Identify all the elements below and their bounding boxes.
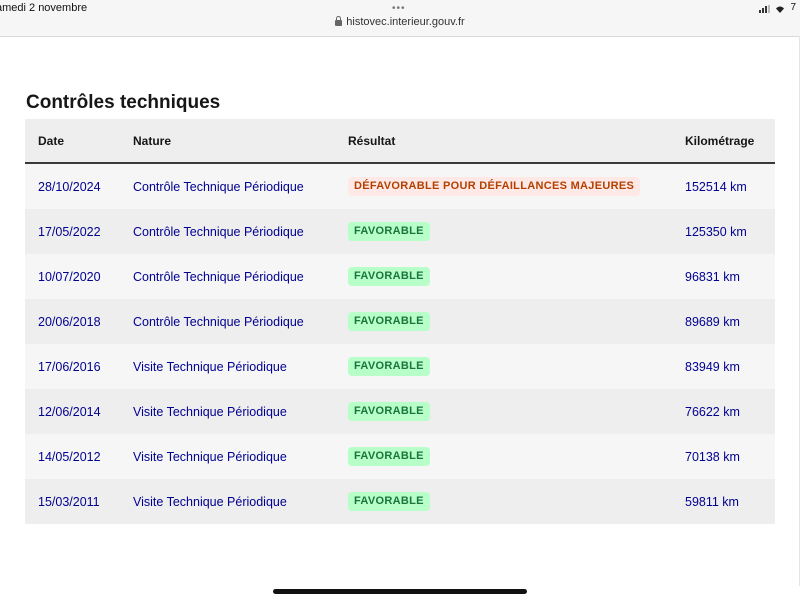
table-header-row: Date Nature Résultat Kilométrage: [25, 119, 775, 163]
table-row: 12/06/2014 Visite Technique Périodique F…: [25, 389, 775, 434]
cell-result: DÉFAVORABLE POUR DÉFAILLANCES MAJEURES: [348, 163, 685, 209]
status-badge: DÉFAVORABLE POUR DÉFAILLANCES MAJEURES: [348, 177, 641, 196]
cell-mileage: 70138 km: [685, 449, 740, 464]
cell-nature: Contrôle Technique Périodique: [133, 269, 304, 284]
cell-nature: Contrôle Technique Périodique: [133, 314, 304, 329]
status-badge: FAVORABLE: [348, 447, 430, 466]
signal-icon: [759, 5, 771, 13]
table-row: 17/06/2016 Visite Technique Périodique F…: [25, 344, 775, 389]
table-row: 28/10/2024 Contrôle Technique Périodique…: [25, 163, 775, 209]
cell-date: 14/05/2012: [38, 449, 101, 464]
cell-result: FAVORABLE: [348, 479, 685, 524]
cell-nature: Contrôle Technique Périodique: [133, 224, 304, 239]
status-badge: FAVORABLE: [348, 492, 430, 511]
lock-icon: [335, 16, 343, 26]
cell-date: 17/06/2016: [38, 359, 101, 374]
cell-nature: Visite Technique Périodique: [133, 359, 287, 374]
cell-result: FAVORABLE: [348, 344, 685, 389]
browser-status-bar: amedi 2 novembre ••• histovec.interieur.…: [0, 0, 800, 37]
tab-overflow-dots[interactable]: •••: [392, 3, 406, 14]
cell-nature: Visite Technique Périodique: [133, 494, 287, 509]
cell-date: 12/06/2014: [38, 404, 101, 419]
cell-mileage: 125350 km: [685, 224, 747, 239]
cell-nature: Contrôle Technique Périodique: [133, 179, 304, 194]
address-bar[interactable]: histovec.interieur.gouv.fr: [0, 16, 800, 28]
address-url: histovec.interieur.gouv.fr: [346, 16, 465, 28]
cell-result: FAVORABLE: [348, 209, 685, 254]
status-badge: FAVORABLE: [348, 357, 430, 376]
cell-mileage: 96831 km: [685, 269, 740, 284]
cell-result: FAVORABLE: [348, 389, 685, 434]
status-badge: FAVORABLE: [348, 267, 430, 286]
system-icons: 7: [759, 3, 796, 13]
column-header-date: Date: [38, 133, 65, 148]
wifi-icon: [775, 5, 785, 13]
cell-date: 10/07/2020: [38, 269, 101, 284]
status-badge: FAVORABLE: [348, 312, 430, 331]
home-indicator[interactable]: [273, 589, 527, 594]
cell-result: FAVORABLE: [348, 434, 685, 479]
cell-result: FAVORABLE: [348, 254, 685, 299]
table-row: 14/05/2012 Visite Technique Périodique F…: [25, 434, 775, 479]
column-header-result: Résultat: [348, 133, 396, 148]
cell-date: 28/10/2024: [38, 179, 101, 194]
technical-inspections-table: Date Nature Résultat Kilométrage 28/10/2…: [25, 119, 775, 524]
cell-mileage: 152514 km: [685, 179, 747, 194]
table-row: 17/05/2022 Contrôle Technique Périodique…: [25, 209, 775, 254]
status-badge: FAVORABLE: [348, 402, 430, 421]
table-row: 15/03/2011 Visite Technique Périodique F…: [25, 479, 775, 524]
cell-mileage: 89689 km: [685, 314, 740, 329]
cell-nature: Visite Technique Périodique: [133, 404, 287, 419]
section-title: Contrôles techniques: [26, 92, 221, 113]
cell-mileage: 76622 km: [685, 404, 740, 419]
cell-mileage: 83949 km: [685, 359, 740, 374]
status-badge: FAVORABLE: [348, 222, 430, 241]
cell-result: FAVORABLE: [348, 299, 685, 344]
table-row: 10/07/2020 Contrôle Technique Périodique…: [25, 254, 775, 299]
column-header-nature: Nature: [133, 133, 172, 148]
cell-date: 17/05/2022: [38, 224, 101, 239]
column-header-mileage: Kilométrage: [685, 133, 755, 148]
cell-mileage: 59811 km: [685, 494, 739, 509]
cell-date: 15/03/2011: [38, 494, 100, 509]
table-row: 20/06/2018 Contrôle Technique Périodique…: [25, 299, 775, 344]
status-date: amedi 2 novembre: [0, 2, 88, 14]
cell-nature: Visite Technique Périodique: [133, 449, 287, 464]
cell-date: 20/06/2018: [38, 314, 101, 329]
battery-indicator: 7: [790, 2, 796, 13]
